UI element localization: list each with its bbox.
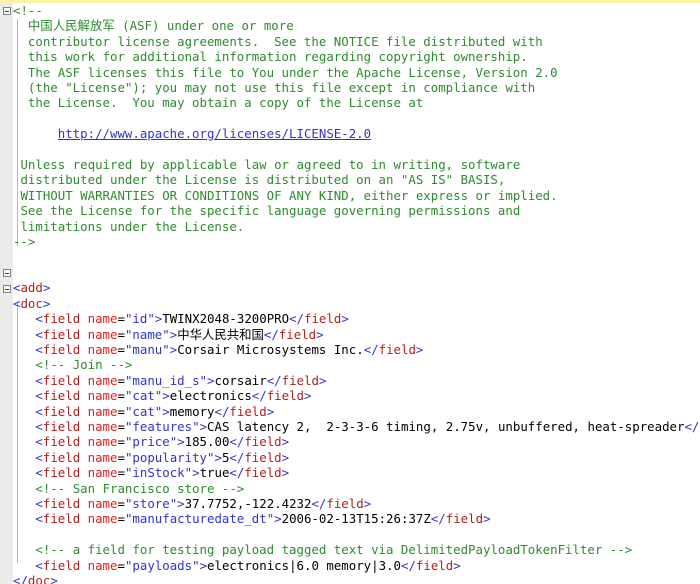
code-line-license-9: WITHOUT WARRANTIES OR CONDITIONS OF ANY … [20, 187, 558, 203]
table-row: <field name="price">185.00</field> [35, 434, 290, 450]
code-line-license-6: the License. You may obtain a copy of th… [27, 95, 424, 111]
code-line-license-5: (the "License"); you may not use this fi… [27, 80, 536, 96]
table-row: <field name="cat">memory</field> [35, 403, 275, 419]
code-line-blank-4 [13, 265, 700, 280]
code-line-doc-open: <doc> [13, 295, 51, 311]
table-row: <field name="payloads">electronics|6.0 m… [35, 557, 461, 573]
code-line-comment-open: <!-- [13, 3, 43, 18]
code-line-license-url: http://www.apache.org/licenses/LICENSE-2… [13, 126, 700, 141]
table-row: <field name="inStock">true</field> [35, 465, 290, 481]
code-line-license-2: contributor license agreements. See the … [27, 33, 543, 49]
code-line-comment-sf: <!-- San Francisco store --> [35, 480, 245, 496]
code-line-license-10: See the License for the specific languag… [20, 203, 521, 219]
code-line-license-7: Unless required by applicable law or agr… [20, 157, 521, 173]
code-line-doc-close: </doc> [13, 573, 58, 584]
code-line-license-3: this work for additional information reg… [27, 49, 528, 65]
code-line-license-4: The ASF licenses this file to You under … [27, 64, 558, 80]
code-line-blank-2 [13, 142, 700, 157]
table-row: <field name="name">中华人民共和国</field> [35, 326, 324, 342]
table-row: <field name="features">CAS latency 2, 2-… [35, 418, 700, 434]
code-line-license-8: distributed under the License is distrib… [20, 172, 506, 188]
table-row: <field name="cat">electronics</field> [35, 388, 312, 404]
apache-license-link[interactable]: http://www.apache.org/licenses/LICENSE-2… [58, 126, 371, 141]
table-row: <field name="manu_id_s">corsair</field> [35, 372, 327, 388]
table-row: <field name="id">TWINX2048-3200PRO</fiel… [35, 311, 349, 327]
code-line-comment-close: --> [13, 234, 36, 250]
code-line-comment-join: <!-- Join --> [35, 357, 133, 373]
table-row: <field name="popularity">5</field> [35, 449, 290, 465]
fold-marker-doc[interactable] [3, 285, 11, 293]
fold-gutter[interactable] [0, 3, 14, 584]
table-row: <field name="store">37.7752,-122.4232</f… [35, 496, 372, 511]
code-line-license-11: limitations under the License. [20, 218, 245, 234]
code-line-comment-payload: <!-- a field for testing payload tagged … [35, 542, 633, 558]
code-line-blank-1 [13, 111, 700, 126]
table-row: <field name="manu">Corsair Microsystems … [35, 341, 424, 357]
code-line-blank-3 [13, 250, 700, 265]
table-row: <field name="manufacturedate_dt">2006-02… [35, 511, 491, 527]
code-line-license-1: 中国人民解放军 (ASF) under one or more [27, 18, 294, 34]
xml-code-editor[interactable]: <!-- 中国人民解放军 (ASF) under one or more con… [0, 0, 700, 584]
fold-marker-add[interactable] [3, 269, 11, 277]
code-content[interactable]: <!-- 中国人民解放军 (ASF) under one or more con… [13, 3, 700, 584]
fold-marker-comment[interactable] [3, 7, 11, 15]
code-line-blank-5 [13, 527, 700, 542]
code-line-add-open: <add> [13, 280, 51, 296]
